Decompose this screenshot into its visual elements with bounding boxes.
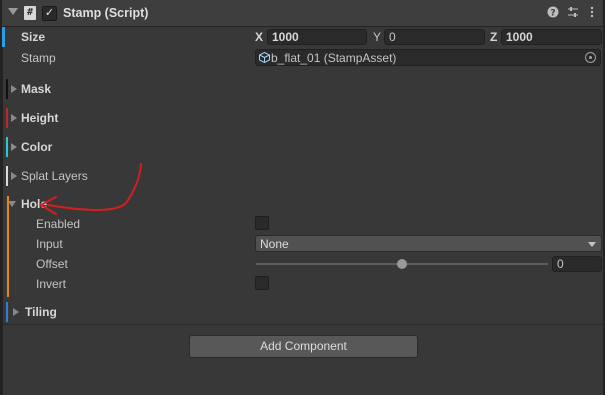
color-label: Color bbox=[21, 140, 53, 154]
enabled-label: Enabled bbox=[36, 217, 81, 231]
section-hole[interactable]: Hole bbox=[2, 194, 603, 214]
height-accent-bar bbox=[6, 108, 8, 128]
offset-value-field[interactable]: 0 bbox=[552, 256, 602, 272]
stamp-object-value: b_flat_01 (StampAsset) bbox=[271, 51, 397, 65]
preset-sliders-icon[interactable] bbox=[566, 6, 580, 20]
section-height[interactable]: Height bbox=[2, 108, 603, 128]
tiling-accent-bar bbox=[6, 302, 8, 322]
more-options-icon[interactable] bbox=[585, 6, 599, 20]
chevron-down-icon bbox=[588, 242, 596, 247]
hole-offset-row: Offset 0 bbox=[2, 254, 603, 274]
size-accent-bar bbox=[2, 27, 5, 47]
chevron-right-icon[interactable] bbox=[11, 85, 17, 93]
component-title: Stamp (Script) bbox=[63, 6, 149, 20]
hole-input-row: Input None bbox=[2, 234, 603, 254]
input-dropdown[interactable]: None bbox=[255, 235, 602, 252]
invert-toggle[interactable] bbox=[255, 276, 269, 290]
size-label: Size bbox=[21, 30, 46, 44]
stamp-object-field[interactable]: b_flat_01 (StampAsset) bbox=[255, 49, 601, 66]
section-tiling[interactable]: Tiling bbox=[2, 302, 603, 322]
size-y-label[interactable]: Y bbox=[373, 30, 381, 44]
size-z-field[interactable]: 1000 bbox=[501, 29, 602, 45]
help-icon[interactable]: ? bbox=[546, 6, 560, 20]
enabled-toggle[interactable] bbox=[255, 216, 269, 230]
mask-label: Mask bbox=[21, 82, 52, 96]
input-dropdown-value: None bbox=[260, 237, 289, 251]
offset-slider-thumb[interactable] bbox=[397, 259, 407, 269]
stamp-label: Stamp bbox=[21, 51, 56, 65]
color-accent-bar bbox=[6, 137, 8, 157]
height-label: Height bbox=[21, 111, 59, 125]
hole-label: Hole bbox=[21, 197, 48, 211]
chevron-right-icon[interactable] bbox=[13, 308, 19, 316]
size-x-label[interactable]: X bbox=[255, 30, 263, 44]
tiling-label: Tiling bbox=[25, 305, 57, 319]
size-row: Size X 1000 Y 0 Z 1000 bbox=[2, 27, 603, 47]
chevron-right-icon[interactable] bbox=[11, 172, 17, 180]
hole-invert-row: Invert bbox=[2, 274, 603, 294]
chevron-down-icon[interactable] bbox=[8, 201, 16, 207]
splat-layers-label: Splat Layers bbox=[21, 169, 88, 183]
chevron-right-icon[interactable] bbox=[11, 114, 17, 122]
section-splat-layers[interactable]: Splat Layers bbox=[2, 166, 603, 186]
fold-down-icon[interactable] bbox=[8, 8, 18, 15]
splat-accent-bar bbox=[6, 166, 8, 186]
section-color[interactable]: Color bbox=[2, 137, 603, 157]
chevron-right-icon[interactable] bbox=[11, 143, 17, 151]
mask-accent-bar bbox=[6, 79, 8, 99]
size-y-field[interactable]: 0 bbox=[384, 29, 485, 45]
svg-text:?: ? bbox=[550, 9, 555, 19]
size-z-label[interactable]: Z bbox=[490, 30, 497, 44]
invert-label: Invert bbox=[36, 277, 67, 291]
script-icon: # bbox=[24, 6, 36, 20]
hole-enabled-row: Enabled bbox=[2, 214, 603, 234]
component-header[interactable]: # ✓ Stamp (Script) ? bbox=[2, 0, 603, 27]
add-component-button[interactable]: Add Component bbox=[189, 335, 418, 358]
separator bbox=[2, 324, 603, 325]
stamp-row: Stamp b_flat_01 (StampAsset) bbox=[2, 48, 603, 68]
object-picker-icon[interactable] bbox=[585, 52, 596, 63]
section-mask[interactable]: Mask bbox=[2, 79, 603, 99]
enabled-checkbox[interactable]: ✓ bbox=[42, 6, 57, 21]
input-label: Input bbox=[36, 237, 63, 251]
size-x-field[interactable]: 1000 bbox=[267, 29, 367, 45]
stamp-asset-icon bbox=[259, 51, 270, 64]
offset-label: Offset bbox=[36, 257, 68, 271]
